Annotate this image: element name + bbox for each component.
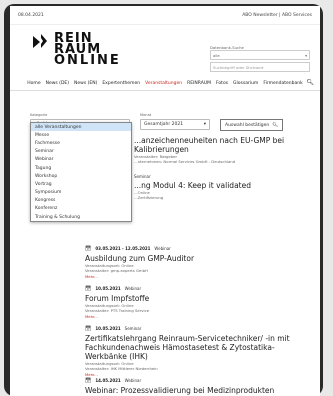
dropdown-option[interactable]: Workshop — [31, 172, 131, 180]
month-filter: Monat Gesamtjahr 2021 ▾ — [140, 113, 210, 130]
event-type: Seminar — [134, 174, 151, 179]
database-search: Datenbank-Suche alle ▾ Suchbegriff oder … — [210, 45, 314, 86]
month-value: Gesamtjahr 2021 — [144, 122, 184, 127]
event-type: Seminar — [124, 326, 142, 331]
confirm-selection-button[interactable]: Auswahl bestätigen 🔍︎ — [220, 119, 283, 131]
event-meta: Veranstalter: gmp-experts GmbH — [85, 268, 148, 273]
category-label: Kategorie — [30, 113, 48, 117]
logo-text: REIN RAUM ONLINE — [54, 32, 121, 68]
nav-item-reinraum[interactable]: REINRAUM — [187, 81, 211, 86]
top-date: 08.04.2021 — [18, 12, 44, 18]
event-item: ...anzeichenneuheiten nach EU-GMP bei Ka… — [134, 134, 310, 164]
event-title[interactable]: Forum Impfstoffe — [85, 294, 310, 303]
calendar-icon: 📅︎ — [85, 378, 92, 384]
dropdown-option[interactable]: Webinar — [31, 156, 131, 164]
event-date-row: 📅︎ 14.05.2021 Webinar — [85, 378, 310, 384]
event-date-row: 📅︎ 03.05.2021 - 12.05.2021 Webinar — [85, 246, 310, 252]
event-date: 10.05.2021 — [95, 286, 121, 291]
event-meta: ...nternehmen: Normal Services GmbH - De… — [134, 159, 236, 164]
nav-item-firmendatenbank[interactable]: Firmendatenbank — [263, 81, 302, 86]
search-icon: 🔍︎ — [272, 122, 278, 128]
nav-item-fotos[interactable]: Fotos — [216, 81, 228, 86]
month-select[interactable]: Gesamtjahr 2021 ▾ — [140, 119, 210, 130]
screen: 08.04.2021 ABO Newsletter | ABO Services… — [10, 6, 320, 396]
confirm-label: Auswahl bestätigen — [225, 122, 270, 128]
calendar-icon: 📅︎ — [85, 286, 92, 292]
event-more-link[interactable]: Mehr... — [85, 274, 310, 279]
event-type: Webinar — [124, 378, 142, 383]
event-item: 📅︎ 14.05.2021 Webinar Webinar: Prozessvalid… — [85, 378, 310, 396]
event-title[interactable]: ...anzeichenneuheiten nach EU-GMP bei Ka… — [134, 136, 310, 154]
dropdown-option[interactable]: Fachmesse — [31, 139, 131, 147]
dropdown-option[interactable]: Vortrag — [31, 180, 131, 188]
site-header: REIN RAUM ONLINE Datenbank-Suche alle ▾ … — [10, 25, 320, 86]
event-more-link[interactable]: Mehr... — [85, 372, 310, 377]
event-title[interactable]: ...ng Modul 4: Keep it validated — [134, 181, 310, 190]
search-input[interactable]: Suchbegriff oder Stichwort — [210, 62, 310, 72]
event-date: 14.05.2021 — [95, 378, 121, 383]
event-item: Seminar ...ng Modul 4: Keep it validated.… — [134, 174, 310, 200]
dropdown-option[interactable]: Messe — [31, 131, 131, 139]
nav-item-veranstaltungen[interactable]: Veranstaltungen — [145, 81, 182, 86]
dropdown-option[interactable]: Symposium — [31, 189, 131, 197]
logo-line-3: ONLINE — [54, 53, 121, 68]
chevron-down-icon: ▾ — [203, 122, 206, 127]
tablet-device: 08.04.2021 ABO Newsletter | ABO Services… — [0, 0, 333, 396]
event-type: Webinar — [124, 286, 142, 291]
event-date: 10.05.2021 — [95, 326, 121, 331]
nav-item-news-en-[interactable]: News (EN) — [74, 81, 97, 86]
event-item: 📅︎ 10.05.2021 Seminar Zertifikatslehrgang R… — [85, 326, 310, 377]
dropdown-option[interactable]: Kongress — [31, 197, 131, 205]
site-logo[interactable]: REIN RAUM ONLINE — [32, 32, 121, 68]
event-date-row: 📅︎ 10.05.2021 Seminar — [85, 326, 310, 332]
month-label: Monat — [140, 113, 152, 117]
event-date-row: 📅︎ 10.05.2021 Webinar — [85, 286, 310, 292]
nav-item-glossarium[interactable]: Glossarium — [233, 81, 258, 86]
main-nav: Home News (DE) News (EN) Expertenthemen Vera… — [10, 75, 320, 91]
search-select-value: alle — [213, 52, 220, 58]
event-meta: Veranstalter: PTS Training Service — [85, 308, 150, 313]
event-item: 📅︎ 10.05.2021 Webinar Forum Impfstoffe Veran… — [85, 286, 310, 319]
event-title[interactable]: Ausbildung zum GMP-Auditor — [85, 254, 310, 263]
event-type: Webinar — [154, 246, 171, 251]
event-meta: ...Zertifizierung — [134, 195, 164, 200]
event-meta: Veranstalter: IHK Mittlerer Niederrhein — [85, 366, 158, 371]
event-date: 03.05.2021 - 12.05.2021 — [95, 246, 151, 251]
dropdown-option[interactable]: alle Veranstaltungen — [31, 123, 131, 132]
chevron-down-icon: ▾ — [305, 52, 307, 58]
dropdown-option[interactable]: Training & Schulung — [31, 213, 131, 221]
event-date-row: Seminar — [134, 174, 310, 179]
calendar-icon: 📅︎ — [85, 326, 92, 332]
dropdown-option[interactable]: Tagung — [31, 164, 131, 172]
nav-item-news-de-[interactable]: News (DE) — [46, 81, 69, 86]
dropdown-option[interactable]: Konferenz — [31, 205, 131, 213]
nav-item-expertenthemen[interactable]: Expertenthemen — [102, 81, 140, 86]
event-title[interactable]: Zertifikatslehrgang Reinraum-Servicetech… — [85, 334, 310, 361]
search-category-select[interactable]: alle ▾ — [210, 50, 310, 60]
event-title[interactable]: Webinar: Prozessvalidierung bei Medizinp… — [85, 386, 310, 395]
event-item: 📅︎ 03.05.2021 - 12.05.2021 Webinar Ausbildu… — [85, 246, 310, 279]
calendar-icon: 📅︎ — [85, 246, 92, 252]
event-more-link[interactable]: Mehr... — [85, 314, 310, 319]
top-bar: 08.04.2021 ABO Newsletter | ABO Services — [10, 6, 320, 25]
top-links[interactable]: ABO Newsletter | ABO Services — [242, 13, 312, 18]
search-icon[interactable]: 🔍︎ — [306, 79, 314, 86]
dropdown-option[interactable]: Seminar — [31, 148, 131, 156]
category-dropdown-list: alle Veranstaltungen Messe Fachmesse Semina… — [30, 122, 132, 223]
nav-item-home[interactable]: Home — [27, 81, 40, 86]
logo-icon — [33, 34, 47, 48]
